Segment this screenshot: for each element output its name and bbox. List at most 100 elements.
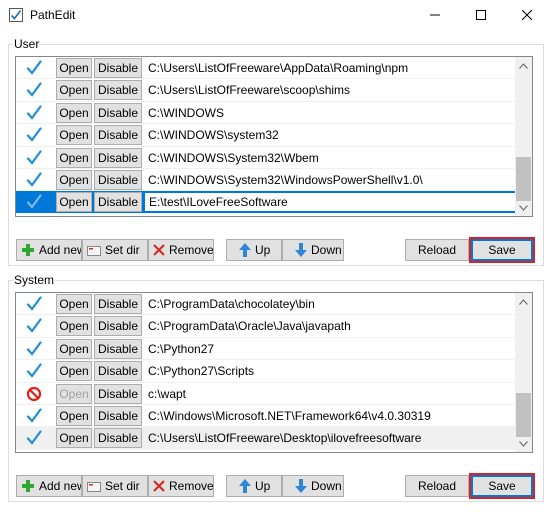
disable-button[interactable]: Disable: [94, 406, 142, 426]
reload-button[interactable]: Reload: [405, 239, 469, 261]
remove-button[interactable]: Remove: [148, 475, 214, 497]
path-field[interactable]: C:\ProgramData\chocolatey\bin: [144, 294, 315, 314]
path-row[interactable]: Open Disable c:\wapt: [16, 383, 516, 405]
path-row[interactable]: Open Disable C:\Python27: [16, 338, 516, 361]
save-button[interactable]: Save: [471, 239, 533, 261]
path-row[interactable]: Open Disable C:\ProgramData\chocolatey\bin: [16, 293, 516, 316]
path-row[interactable]: Open Disable C:\ProgramData\Oracle\Java\ja…: [16, 315, 516, 338]
open-button[interactable]: Open: [56, 428, 92, 449]
open-button[interactable]: Open: [56, 192, 92, 213]
path-field[interactable]: C:\WINDOWS\System32\Wbem: [144, 148, 319, 168]
close-button[interactable]: [504, 0, 550, 30]
scroll-down-arrow[interactable]: [515, 199, 532, 216]
path-field[interactable]: C:\Users\ListOfFreeware\Desktop\ilovefre…: [144, 428, 421, 448]
open-button[interactable]: Open: [56, 170, 92, 190]
open-button[interactable]: Open: [56, 102, 92, 123]
remove-icon: [153, 480, 165, 492]
path-field[interactable]: C:\WINDOWS: [144, 103, 224, 123]
path-row[interactable]: Open Disable C:\WINDOWS: [16, 102, 516, 125]
scroll-thumb[interactable]: [516, 157, 531, 201]
folder-icon: [87, 482, 101, 492]
save-button[interactable]: Save: [471, 475, 533, 497]
open-button[interactable]: Open: [56, 80, 92, 101]
user-scrollbar[interactable]: [515, 57, 532, 216]
disable-button[interactable]: Disable: [94, 58, 142, 78]
path-row[interactable]: Open Disable C:\Users\ListOfFreeware\scoop…: [16, 79, 516, 102]
path-field[interactable]: C:\Users\ListOfFreeware\AppData\Roaming\…: [144, 58, 408, 78]
scroll-up-arrow[interactable]: [515, 293, 532, 310]
scroll-thumb[interactable]: [516, 393, 531, 437]
path-row[interactable]: Open Disable C:\Windows\Microsoft.NET\Fram…: [16, 405, 516, 428]
path-field[interactable]: C:\WINDOWS\System32\WindowsPowerShell\v1…: [144, 170, 423, 190]
path-field[interactable]: c:\wapt: [144, 384, 186, 404]
disable-button[interactable]: Disable: [94, 428, 142, 449]
chevron-down-icon: [519, 440, 528, 447]
set-dir-button[interactable]: Set dir: [82, 239, 148, 261]
down-button[interactable]: Down: [282, 239, 344, 261]
check-icon: [26, 82, 42, 98]
path-field[interactable]: C:\ProgramData\Oracle\Java\javapath: [144, 316, 351, 336]
path-row[interactable]: Open Disable C:\WINDOWS\System32\Wbem: [16, 147, 516, 169]
down-button[interactable]: Down: [282, 475, 344, 497]
disable-button[interactable]: Disable: [94, 147, 142, 168]
path-field[interactable]: C:\Python27: [144, 339, 214, 359]
path-field[interactable]: C:\Windows\Microsoft.NET\Framework64\v4.…: [144, 406, 431, 426]
set-dir-button[interactable]: Set dir: [82, 475, 148, 497]
disable-button[interactable]: Disable: [94, 361, 142, 382]
open-button[interactable]: Open: [56, 294, 92, 314]
minimize-button[interactable]: [412, 0, 458, 30]
path-field[interactable]: C:\WINDOWS\system32: [144, 125, 279, 145]
check-icon: [26, 172, 42, 187]
up-button[interactable]: Up: [226, 239, 282, 261]
up-button[interactable]: Up: [226, 475, 282, 497]
close-icon: [522, 10, 532, 20]
disable-button[interactable]: Disable: [94, 102, 142, 123]
maximize-icon: [476, 10, 486, 20]
remove-button-label: Remove: [169, 243, 214, 257]
open-button[interactable]: Open: [56, 147, 92, 168]
set-dir-button-label: Set dir: [105, 243, 140, 257]
system-path-list[interactable]: Open Disable C:\Users\ListOfFreeware\Deskt…: [15, 292, 533, 453]
disable-button[interactable]: Disable: [94, 192, 142, 213]
open-button[interactable]: Open: [56, 406, 92, 426]
disable-button[interactable]: Disable: [94, 294, 142, 314]
scroll-up-arrow[interactable]: [515, 57, 532, 74]
disable-button[interactable]: Disable: [94, 383, 142, 404]
window-title: PathEdit: [30, 8, 76, 22]
user-path-list[interactable]: Open Disable E:\test\ILoveFreeSoftware Open…: [15, 56, 533, 217]
add-new-button[interactable]: Add new: [16, 239, 82, 261]
open-button[interactable]: Open: [56, 58, 92, 78]
check-icon: [26, 105, 42, 120]
path-row[interactable]: Open Disable C:\Python27\Scripts: [16, 360, 516, 383]
disable-button[interactable]: Disable: [94, 80, 142, 101]
disable-button[interactable]: Disable: [94, 170, 142, 190]
maximize-button[interactable]: [458, 0, 504, 30]
folder-icon: [87, 246, 101, 256]
disable-button[interactable]: Disable: [94, 316, 142, 337]
path-field[interactable]: C:\Users\ListOfFreeware\scoop\shims: [144, 80, 350, 100]
open-button[interactable]: Open: [56, 125, 92, 146]
system-scrollbar[interactable]: [515, 293, 532, 452]
user-group-label: User: [13, 37, 41, 51]
open-button[interactable]: Open: [56, 361, 92, 382]
path-row[interactable]: Open Disable C:\Users\ListOfFreeware\AppDa…: [16, 57, 516, 80]
path-row[interactable]: Open Disable C:\WINDOWS\system32: [16, 124, 516, 147]
path-row[interactable]: Open Disable E:\test\ILoveFreeSoftware: [16, 191, 516, 214]
disable-button[interactable]: Disable: [94, 338, 142, 359]
disable-button[interactable]: Disable: [94, 125, 142, 146]
path-row[interactable]: Open Disable C:\Users\ListOfFreeware\Deskt…: [16, 427, 516, 450]
open-button[interactable]: Open: [56, 338, 92, 359]
scroll-down-arrow[interactable]: [515, 435, 532, 452]
open-button[interactable]: Open: [56, 383, 92, 404]
path-field[interactable]: C:\Python27\Scripts: [144, 361, 254, 381]
open-button[interactable]: Open: [56, 316, 92, 337]
check-icon: [26, 127, 42, 142]
title-bar: PathEdit: [0, 0, 550, 30]
add-new-button-label: Add new: [39, 243, 82, 257]
chevron-down-icon: [519, 204, 528, 211]
path-field[interactable]: E:\test\ILoveFreeSoftware: [144, 192, 516, 213]
add-new-button[interactable]: Add new: [16, 475, 82, 497]
reload-button[interactable]: Reload: [405, 475, 469, 497]
remove-button[interactable]: Remove: [148, 239, 214, 261]
path-row[interactable]: Open Disable C:\WINDOWS\System32\WindowsPo…: [16, 169, 516, 192]
